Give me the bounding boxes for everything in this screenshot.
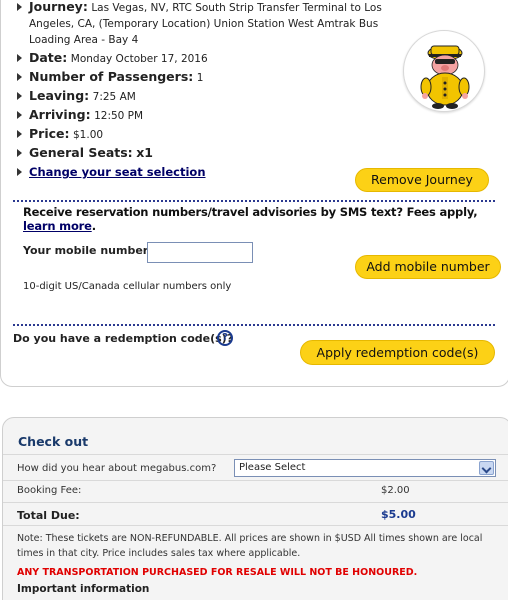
- help-icon[interactable]: ?: [217, 330, 233, 346]
- passengers-row: Number of Passengers: 1: [15, 69, 407, 86]
- change-seat-link[interactable]: Change your seat selection: [29, 165, 206, 179]
- bullet-arrow-icon: [17, 3, 22, 11]
- journey-row: Journey: Las Vegas, NV, RTC South Strip …: [15, 0, 407, 48]
- megabus-mascot-image: [403, 30, 485, 112]
- row-divider: [3, 502, 508, 503]
- leaving-row: Leaving: 7:25 AM: [15, 88, 407, 105]
- booking-fee-label: Booking Fee:: [17, 485, 82, 496]
- passengers-label: Number of Passengers:: [29, 69, 194, 84]
- date-row: Date: Monday October 17, 2016: [15, 50, 407, 67]
- date-label: Date:: [29, 50, 68, 65]
- apply-redemption-button[interactable]: Apply redemption code(s): [300, 340, 495, 365]
- hear-about-label: How did you hear about megabus.com?: [17, 463, 217, 474]
- journey-panel: Journey: Las Vegas, NV, RTC South Strip …: [0, 0, 508, 387]
- refund-note: Note: These tickets are NON-REFUNDABLE. …: [17, 533, 483, 559]
- chevron-down-icon[interactable]: [479, 461, 494, 475]
- redemption-question: Do you have a redemption code(s)?: [13, 332, 234, 345]
- mobile-number-input[interactable]: [147, 242, 253, 263]
- sms-prompt: Receive reservation numbers/travel advis…: [23, 205, 508, 233]
- bullet-arrow-icon: [17, 111, 22, 119]
- journey-details: Journey: Las Vegas, NV, RTC South Strip …: [15, 0, 407, 183]
- journey-label: Journey:: [29, 0, 88, 14]
- learn-more-link[interactable]: learn more: [23, 219, 92, 233]
- leaving-label: Leaving:: [29, 88, 90, 103]
- hear-about-selected-value: Please Select: [239, 462, 306, 473]
- mobile-number-hint: 10-digit US/Canada cellular numbers only: [23, 281, 232, 292]
- bullet-arrow-icon: [17, 130, 22, 138]
- price-value: $1.00: [73, 129, 104, 141]
- arriving-value: 12:50 PM: [94, 110, 144, 122]
- passengers-value: 1: [196, 72, 204, 84]
- resale-warning: ANY TRANSPORTATION PURCHASED FOR RESALE …: [17, 567, 418, 578]
- seats-label: General Seats:: [29, 145, 133, 160]
- bullet-arrow-icon: [17, 54, 22, 62]
- divider: [13, 324, 495, 326]
- bullet-arrow-icon: [17, 92, 22, 100]
- arriving-row: Arriving: 12:50 PM: [15, 107, 407, 124]
- seats-value: x1: [136, 145, 153, 160]
- divider: [13, 200, 495, 202]
- important-information-heading: Important information: [17, 583, 150, 595]
- add-mobile-number-button[interactable]: Add mobile number: [355, 255, 501, 279]
- bullet-arrow-icon: [17, 168, 22, 176]
- arriving-label: Arriving:: [29, 107, 91, 122]
- price-label: Price:: [29, 126, 70, 141]
- remove-journey-button[interactable]: Remove Journey: [355, 168, 489, 192]
- mobile-number-label: Your mobile number: [23, 244, 149, 257]
- date-value: Monday October 17, 2016: [70, 53, 208, 65]
- total-due-label: Total Due:: [17, 509, 80, 522]
- total-due-value: $5.00: [381, 508, 416, 521]
- row-divider: [3, 454, 508, 455]
- sms-prompt-text: Receive reservation numbers/travel advis…: [23, 205, 478, 219]
- leaving-value: 7:25 AM: [92, 91, 136, 103]
- checkout-title: Check out: [18, 434, 89, 449]
- row-divider: [3, 480, 508, 481]
- sms-period: .: [91, 219, 96, 233]
- row-divider: [3, 525, 508, 526]
- seats-row: General Seats: x1: [15, 145, 407, 162]
- price-row: Price: $1.00: [15, 126, 407, 143]
- bullet-arrow-icon: [17, 73, 22, 81]
- change-seat-row: Change your seat selection: [15, 164, 407, 181]
- hear-about-select[interactable]: Please Select: [234, 459, 496, 477]
- mascot-icon: [420, 45, 470, 109]
- bullet-arrow-icon: [17, 149, 22, 157]
- checkout-panel: Check out How did you hear about megabus…: [2, 417, 508, 600]
- booking-fee-value: $2.00: [381, 485, 410, 496]
